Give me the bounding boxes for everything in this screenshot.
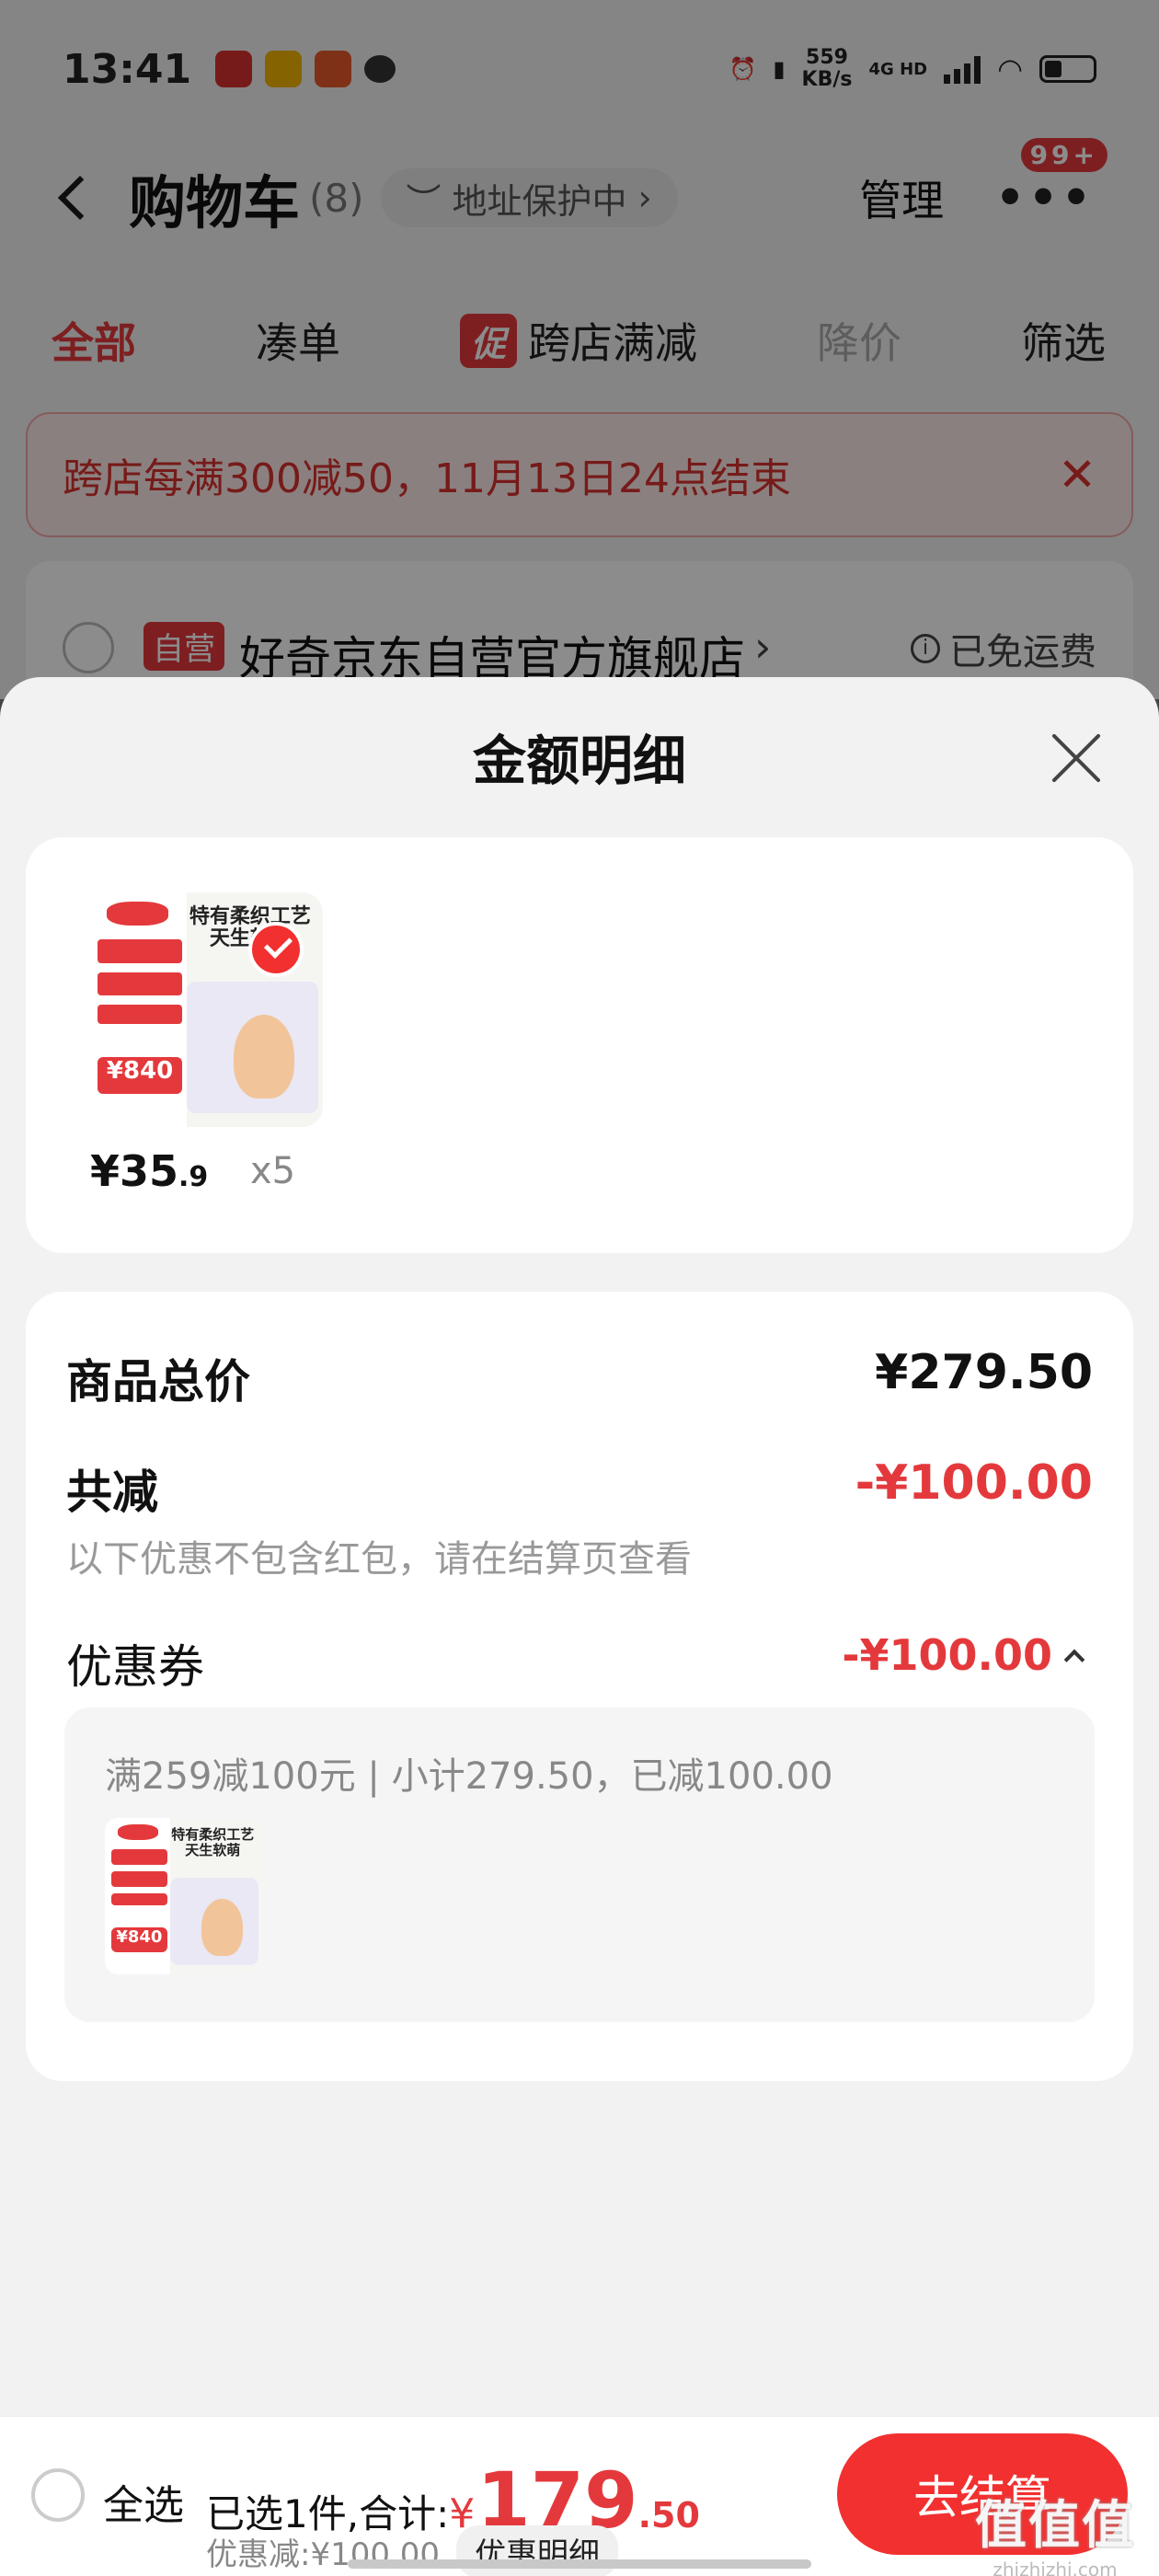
shopping-app-icon	[315, 51, 352, 87]
network-type: 4G HD	[868, 59, 928, 79]
sheet-title: 金额明细	[472, 730, 686, 792]
self-operated-badge: 自营	[143, 622, 224, 671]
coupon-detail-box: 满259减100元 | 小计279.50，已减100.00 特有柔织工艺 天生软…	[64, 1708, 1095, 2022]
coupon-label: 优惠券	[66, 1640, 204, 1694]
check-icon	[248, 922, 304, 977]
promo-notice: 跨店每满300减50，11月13日24点结束 ✕	[26, 412, 1133, 537]
discount-label: 共减	[66, 1466, 158, 1519]
goods-total-value: ¥279.50	[875, 1345, 1093, 1400]
price-summary-card: 商品总价 ¥279.50 共减 -¥100.00 以下优惠不包含红包，请在结算页…	[26, 1292, 1133, 2081]
coupon-product-image[interactable]: 特有柔织工艺 天生软萌 ¥840	[105, 1818, 261, 1974]
discount-value: -¥100.00	[855, 1455, 1093, 1511]
promo-notice-text: 跨店每满300减50，11月13日24点结束	[63, 455, 791, 502]
status-bar: 13:41 ⏰ ▮ 559 KB/s 4G HD ◠	[0, 0, 1159, 138]
cart-header: 购物车 (8) ︶ 地址保护中 › 管理 ••• 99+	[0, 138, 1159, 248]
watermark: 值值值 zhizhizhi.com	[975, 2484, 1135, 2576]
status-app-icons	[215, 51, 396, 87]
manage-button[interactable]: 管理	[859, 167, 944, 228]
wifi-icon: ◠	[997, 52, 1023, 86]
more-badge: 99+	[1020, 138, 1107, 172]
close-icon[interactable]: ✕	[1058, 448, 1096, 501]
item-price: ¥35.9	[90, 1146, 209, 1196]
tab-price-drop[interactable]: 降价	[817, 310, 901, 371]
cart-count: (8)	[309, 175, 364, 221]
page-title: 购物车	[129, 169, 301, 236]
chevron-right-icon: ›	[754, 622, 772, 672]
mascot-image	[201, 1899, 243, 1956]
address-protection-pill[interactable]: ︶ 地址保护中 ›	[380, 168, 678, 227]
watermark-url: zhizhizhi.com	[993, 2559, 1118, 2576]
info-icon: i	[911, 634, 940, 663]
battery-icon	[1039, 55, 1096, 83]
tab-all[interactable]: 全部	[52, 310, 136, 371]
mascot-image	[234, 1014, 295, 1099]
alarm-icon: ⏰	[729, 56, 757, 82]
watermark-logo: 值值值	[975, 2496, 1135, 2556]
shipping-status[interactable]: i 已免运费	[911, 622, 1096, 675]
eye-closed-icon: ︶	[406, 180, 442, 222]
vibrate-icon: ▮	[773, 56, 786, 82]
chevron-right-icon: ›	[637, 178, 652, 218]
tab-cross-store-discount[interactable]: 促 跨店满减	[460, 310, 697, 371]
chevron-up-icon	[1063, 1649, 1085, 1671]
close-icon[interactable]	[1049, 730, 1104, 786]
select-all-label[interactable]: 全选	[103, 2472, 184, 2531]
status-right: ⏰ ▮ 559 KB/s 4G HD ◠	[729, 47, 1096, 91]
status-time: 13:41	[63, 45, 192, 93]
message-icon	[364, 55, 396, 83]
item-quantity: x5	[250, 1150, 296, 1192]
tab-bundle[interactable]: 凑单	[256, 310, 340, 371]
weibo-icon	[265, 51, 303, 87]
signal-icon	[944, 54, 981, 84]
package-price: ¥840	[98, 1056, 182, 1095]
cart-tabs: 全部 凑单 促 跨店满减 降价 筛选	[0, 294, 1159, 386]
coupon-value: -¥100.00	[842, 1630, 1052, 1680]
more-menu-button[interactable]: ••• 99+	[995, 138, 1107, 224]
tab-filter[interactable]: 筛选	[1021, 310, 1106, 371]
coupon-toggle[interactable]: -¥100.00	[842, 1630, 1085, 1680]
brand-logo	[107, 902, 168, 926]
net-speed: 559 KB/s	[801, 46, 853, 91]
home-indicator[interactable]	[348, 2559, 811, 2569]
discount-note: 以下优惠不包含红包，请在结算页查看	[66, 1538, 692, 1581]
total-amount-decimal: .50	[637, 2495, 700, 2536]
select-all-radio[interactable]	[31, 2468, 85, 2522]
package-price: ¥840	[110, 1927, 167, 1953]
shop-select-radio[interactable]	[63, 622, 114, 673]
brand-logo	[117, 1823, 158, 1840]
more-dots-icon: •••	[995, 171, 1095, 224]
address-protection-label: 地址保护中	[452, 180, 627, 222]
selected-items-card: 特有柔织工艺 天生软萌 ¥840 ¥35.9 x5	[26, 837, 1133, 1253]
goods-total-label: 商品总价	[66, 1355, 250, 1409]
amount-detail-sheet: 金额明细 特有柔织工艺 天生软萌 ¥840 ¥35.9 x5 商品总价 ¥279…	[0, 677, 1159, 2416]
promo-chip: 促	[460, 313, 518, 368]
cart-page-background: 13:41 ⏰ ▮ 559 KB/s 4G HD ◠ 购物车 (8) ︶ 地址保…	[0, 0, 1159, 708]
app-notification-icon	[215, 51, 253, 87]
back-arrow-icon[interactable]	[57, 175, 103, 221]
coupon-description: 满259减100元 | 小计279.50，已减100.00	[105, 1755, 833, 1798]
package-text: 特有柔织工艺 天生软萌	[171, 1826, 255, 1858]
